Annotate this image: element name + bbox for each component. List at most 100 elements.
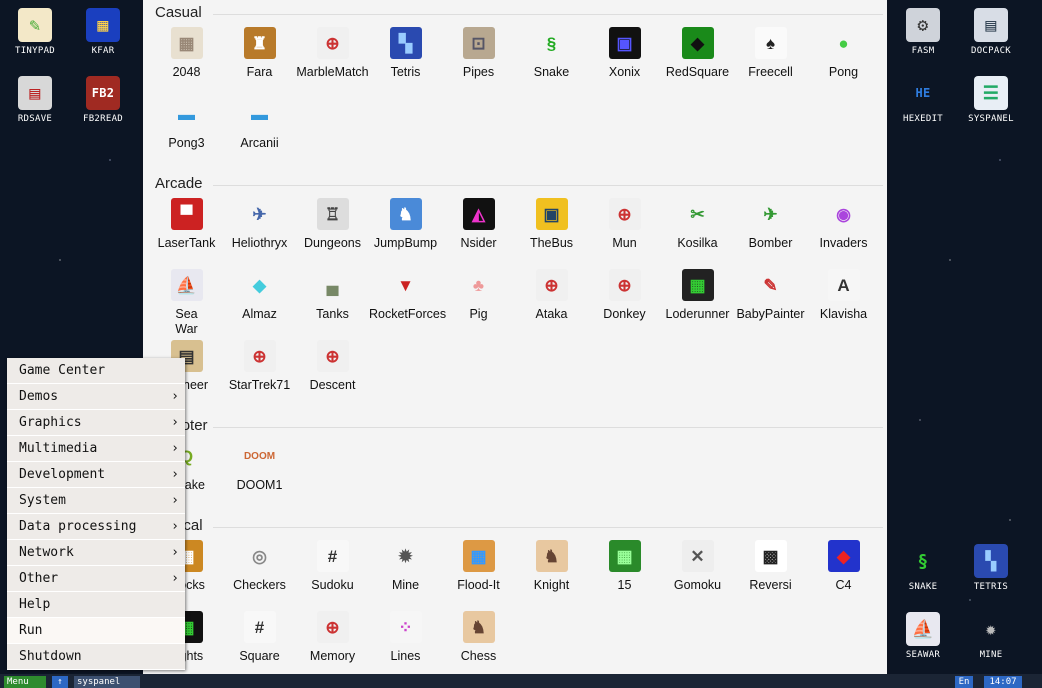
app-doom1[interactable]: DOOM DOOM1 — [223, 440, 296, 493]
menu-item-development[interactable]: Development › — [7, 462, 185, 488]
app-label: Loderunner — [665, 307, 730, 321]
app-sea-war[interactable]: ⛵ Sea War — [150, 269, 223, 337]
app-klavisha[interactable]: A Klavisha — [807, 269, 880, 322]
app-kosilka[interactable]: ✂ Kosilka — [661, 198, 734, 251]
pipes-icon: ⊡ — [462, 27, 495, 59]
app-lasertank[interactable]: ▀ LaserTank — [150, 198, 223, 251]
app-jumpbump[interactable]: ♞ JumpBump — [369, 198, 442, 251]
app-babypainter[interactable]: ✎ BabyPainter — [734, 269, 807, 322]
app-invaders[interactable]: ◉ Invaders — [807, 198, 880, 251]
chevron-right-icon: › — [171, 415, 179, 430]
desktop-icon-docpack[interactable]: ▤ DOCPACK — [959, 8, 1023, 56]
desktop-icon-seawar[interactable]: ⛵ SEAWAR — [891, 612, 955, 660]
app-chess[interactable]: ♞ Chess — [442, 611, 515, 664]
pong-icon: ● — [838, 33, 849, 53]
desktop-icon-tetris[interactable]: ▚ TETRIS — [959, 544, 1023, 592]
app-lines[interactable]: ⁘ Lines — [369, 611, 442, 664]
app-mine[interactable]: ✹ Mine — [369, 540, 442, 593]
desktop-icon-label: FB2READ — [82, 114, 124, 124]
app-loderunner[interactable]: ▦ Loderunner — [661, 269, 734, 322]
desktop-icon-syspanel[interactable]: ☰ SYSPANEL — [959, 76, 1023, 124]
app-pipes[interactable]: ⊡ Pipes — [442, 27, 515, 80]
app-2048[interactable]: ▦ 2048 — [150, 27, 223, 80]
app-redsquare[interactable]: ◆ RedSquare — [661, 27, 734, 80]
section-divider — [213, 14, 883, 15]
app-knight[interactable]: ♞ Knight — [515, 540, 588, 593]
invaders-icon: ◉ — [836, 204, 851, 224]
app-bomber[interactable]: ✈ Bomber — [734, 198, 807, 251]
arrow-up-icon[interactable]: ↑ — [52, 676, 68, 688]
menu-item-demos[interactable]: Demos › — [7, 384, 185, 410]
menu-button[interactable]: Menu — [4, 676, 46, 688]
app-checkers[interactable]: ◎ Checkers — [223, 540, 296, 593]
app-almaz[interactable]: ◆ Almaz — [223, 269, 296, 322]
app-startrek71[interactable]: ⊕ StarTrek71 — [223, 340, 296, 393]
app-freecell[interactable]: ♠ Freecell — [734, 27, 807, 80]
checkers-icon: ◎ — [252, 546, 267, 566]
app-descent[interactable]: ⊕ Descent — [296, 340, 369, 393]
app-label: 2048 — [172, 65, 201, 79]
app-label: JumpBump — [373, 236, 438, 250]
app-arcanii[interactable]: ▬ Arcanii — [223, 98, 296, 151]
menu-item-graphics[interactable]: Graphics › — [7, 410, 185, 436]
desktop-icon-label: TINYPAD — [14, 46, 56, 56]
app-square[interactable]: # Square — [223, 611, 296, 664]
desktop-icon-hexedit[interactable]: HE HEXEDIT — [891, 76, 955, 124]
donkey-icon: ⊕ — [608, 269, 641, 301]
app-marblematch[interactable]: ⊕ MarbleMatch — [296, 27, 369, 80]
kfar-icon: ▦ — [86, 8, 120, 42]
app-dungeons[interactable]: ♖ Dungeons — [296, 198, 369, 251]
app-pong3[interactable]: ▬ Pong3 — [150, 98, 223, 151]
desktop-icon-tinypad[interactable]: ✎ TINYPAD — [3, 8, 67, 56]
app-memory[interactable]: ⊕ Memory — [296, 611, 369, 664]
app-sudoku[interactable]: # Sudoku — [296, 540, 369, 593]
app-label: Kosilka — [677, 236, 718, 250]
menu-item-system[interactable]: System › — [7, 488, 185, 514]
app-ataka[interactable]: ⊕ Ataka — [515, 269, 588, 322]
language-indicator[interactable]: En — [955, 676, 973, 688]
menu-item-other[interactable]: Other › — [7, 566, 185, 592]
app-donkey[interactable]: ⊕ Donkey — [588, 269, 661, 322]
desktop-icon-kfar[interactable]: ▦ KFAR — [71, 8, 135, 56]
app-label: Pong — [828, 65, 859, 79]
app-c4[interactable]: ◆ C4 — [807, 540, 880, 593]
app-mun[interactable]: ⊕ Mun — [588, 198, 661, 251]
app-label: DOOM1 — [236, 478, 283, 492]
app-tanks[interactable]: ▄ Tanks — [296, 269, 369, 322]
menu-item-network[interactable]: Network › — [7, 540, 185, 566]
app-pong[interactable]: ● Pong — [807, 27, 880, 80]
desktop-icon-snake[interactable]: § SNAKE — [891, 544, 955, 593]
app-tetris[interactable]: ▚ Tetris — [369, 27, 442, 80]
menu-item-help[interactable]: Help — [7, 592, 185, 618]
app-gomoku[interactable]: ✕ Gomoku — [661, 540, 734, 593]
desktop-icon-label: MINE — [979, 650, 1003, 660]
app-snake[interactable]: § Snake — [515, 27, 588, 80]
menu-item-label: Help — [19, 597, 51, 612]
menu-item-run[interactable]: Run — [7, 618, 185, 644]
app-flood-it[interactable]: ▦ Flood-It — [442, 540, 515, 593]
app-rocketforces[interactable]: ▼ RocketForces — [369, 269, 446, 322]
taskbar-item-syspanel[interactable]: syspanel — [74, 676, 140, 688]
menu-item-data-processing[interactable]: Data processing › — [7, 514, 185, 540]
chevron-right-icon: › — [171, 467, 179, 482]
menu-item-multimedia[interactable]: Multimedia › — [7, 436, 185, 462]
app-reversi[interactable]: ▩ Reversi — [734, 540, 807, 593]
app-label: Klavisha — [819, 307, 868, 321]
marblematch-icon: ⊕ — [316, 27, 349, 59]
desktop-icon-mine[interactable]: ✹ MINE — [959, 612, 1023, 661]
app-heliothryx[interactable]: ✈ Heliothryx — [223, 198, 296, 251]
app-xonix[interactable]: ▣ Xonix — [588, 27, 661, 80]
app-pig[interactable]: ♣ Pig — [442, 269, 515, 322]
app-thebus[interactable]: ▣ TheBus — [515, 198, 588, 251]
app-label: LaserTank — [157, 236, 216, 250]
menu-item-label: System — [19, 493, 66, 508]
app-fara[interactable]: ♜ Fara — [223, 27, 296, 80]
desktop-icon-rdsave[interactable]: ▤ RDSAVE — [3, 76, 67, 124]
app-15[interactable]: ▦ 15 — [588, 540, 661, 593]
desktop-icon-fb2read[interactable]: FB2 FB2READ — [71, 76, 135, 124]
menu-item-shutdown[interactable]: Shutdown — [7, 644, 185, 670]
menu-item-game-center[interactable]: Game Center — [7, 358, 185, 384]
app-nsider[interactable]: ◭ Nsider — [442, 198, 515, 251]
rdsave-icon: ▤ — [18, 76, 52, 110]
desktop-icon-fasm[interactable]: ⚙ FASM — [891, 8, 955, 56]
